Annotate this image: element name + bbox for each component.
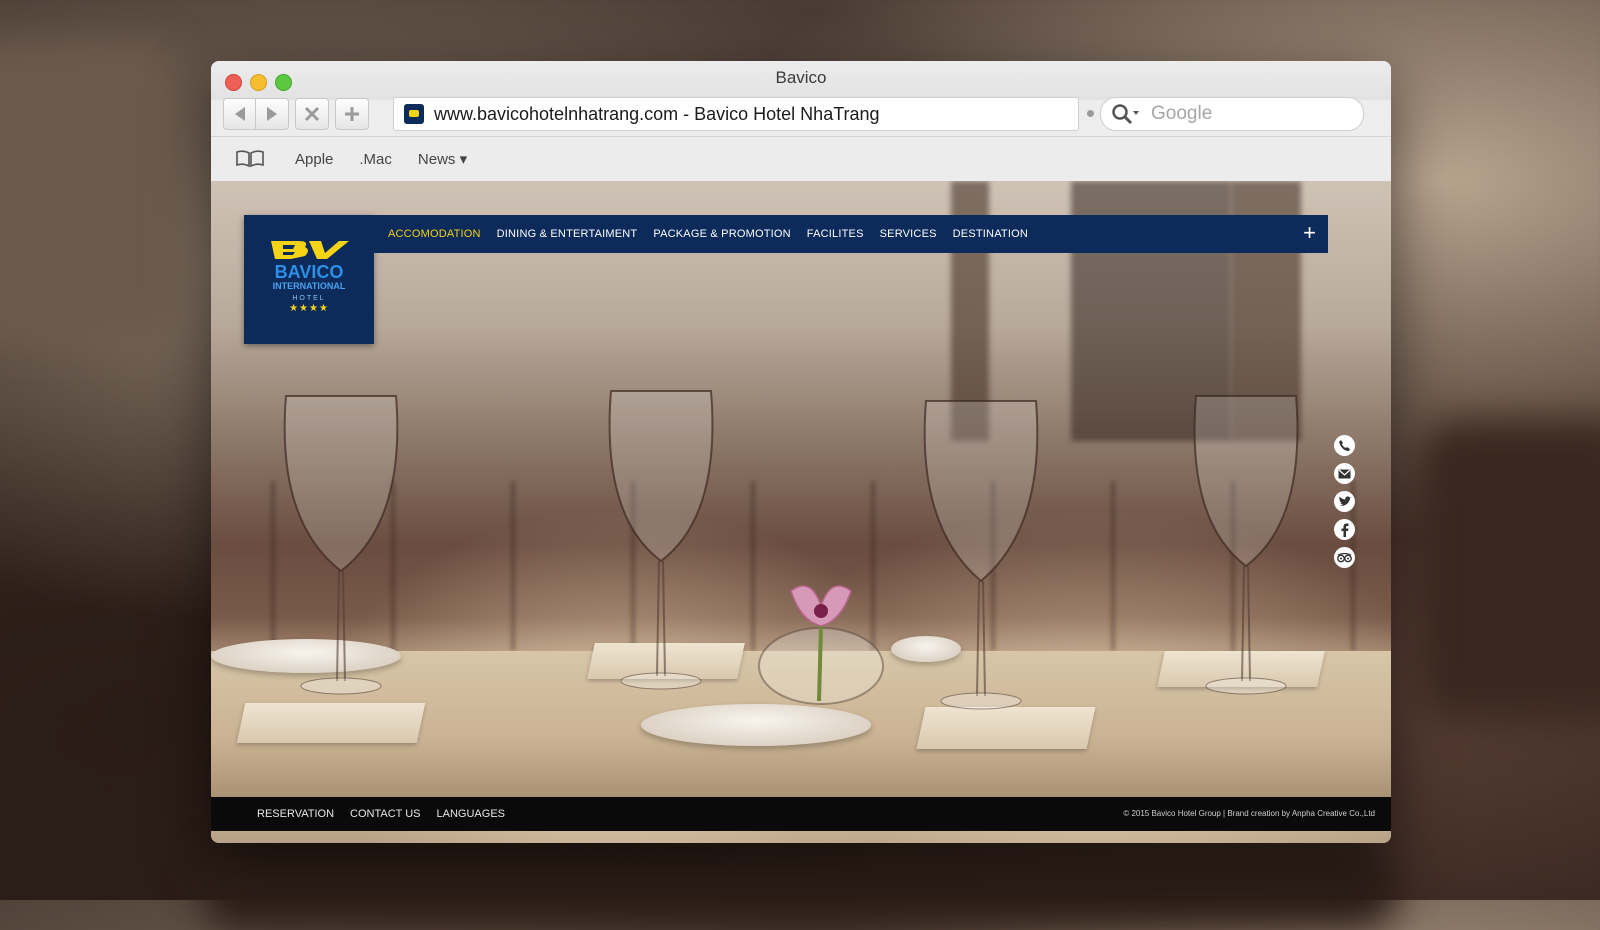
- background-blur-bottom: [200, 850, 1400, 930]
- hotel-logo[interactable]: BAVICO INTERNATIONAL HOTEL ★★★★: [244, 215, 374, 344]
- nav-accomodation[interactable]: ACCOMODATION: [388, 228, 481, 240]
- loading-indicator-icon: [1087, 110, 1094, 117]
- site-footer: RESERVATION CONTACT US LANGUAGES © 2015 …: [211, 797, 1391, 831]
- address-bar[interactable]: www.bavicohotelnhatrang.com - Bavico Hot…: [393, 97, 1079, 131]
- address-text[interactable]: www.bavicohotelnhatrang.com - Bavico Hot…: [434, 104, 880, 125]
- page-content: BAVICO INTERNATIONAL HOTEL ★★★★ ACCOMODA…: [211, 181, 1391, 843]
- add-bookmark-button[interactable]: [335, 98, 369, 130]
- social-sidebar: [1334, 435, 1355, 568]
- window-title: Bavico: [775, 68, 827, 87]
- nav-facilites[interactable]: FACILITES: [807, 228, 864, 240]
- back-button[interactable]: [223, 98, 257, 130]
- search-field[interactable]: Google: [1100, 97, 1364, 131]
- footer-contact-link[interactable]: CONTACT US: [350, 808, 421, 820]
- wine-glass-decor: [923, 400, 1039, 710]
- reading-list-icon[interactable]: [235, 150, 265, 168]
- bookmarks-bar: Apple .Mac News ▾: [211, 136, 1391, 182]
- nav-package-promotion[interactable]: PACKAGE & PROMOTION: [653, 228, 790, 240]
- site-favicon-icon: [404, 104, 424, 124]
- footer-languages-link[interactable]: LANGUAGES: [437, 808, 505, 820]
- search-icon[interactable]: [1111, 103, 1141, 125]
- plus-icon: [345, 107, 359, 121]
- logo-name: BAVICO: [274, 262, 344, 282]
- twitter-icon[interactable]: [1334, 491, 1355, 512]
- logo-stars: ★★★★: [289, 303, 329, 314]
- bookmark-mac[interactable]: .Mac: [359, 151, 392, 168]
- forward-icon: [267, 107, 277, 121]
- napkin-decor: [236, 703, 426, 743]
- browser-toolbar: www.bavicohotelnhatrang.com - Bavico Hot…: [211, 97, 1391, 135]
- browser-window: Bavico www.bavicohotelnhatrang.com - Bav…: [211, 61, 1391, 843]
- background-blur-right: [1420, 420, 1600, 720]
- nav-destination[interactable]: DESTINATION: [953, 228, 1028, 240]
- facebook-icon[interactable]: [1334, 519, 1355, 540]
- nav-expand-plus-icon[interactable]: +: [1303, 222, 1316, 244]
- wine-glass-decor: [283, 395, 399, 695]
- footer-reservation-link[interactable]: RESERVATION: [257, 808, 334, 820]
- wine-glass-decor: [608, 390, 714, 690]
- bookmark-apple[interactable]: Apple: [295, 151, 333, 168]
- wine-glass-decor: [1193, 395, 1299, 695]
- tripadvisor-icon[interactable]: [1334, 547, 1355, 568]
- main-navigation: ACCOMODATION DINING & ENTERTAIMENT PACKA…: [374, 215, 1328, 253]
- bv-wing-logo-icon: [271, 241, 349, 259]
- nav-services[interactable]: SERVICES: [880, 228, 937, 240]
- title-bar: Bavico: [211, 61, 1391, 100]
- flower-vase-decor: [758, 585, 884, 705]
- back-icon: [235, 107, 245, 121]
- nav-dining[interactable]: DINING & ENTERTAIMENT: [497, 228, 638, 240]
- stop-button[interactable]: [295, 98, 329, 130]
- email-icon[interactable]: [1334, 463, 1355, 484]
- close-icon: [304, 106, 320, 122]
- phone-icon[interactable]: [1334, 435, 1355, 456]
- forward-button[interactable]: [255, 98, 289, 130]
- bookmark-news[interactable]: News ▾: [418, 150, 467, 168]
- footer-copyright: © 2015 Bavico Hotel Group | Brand creati…: [1123, 809, 1375, 818]
- background-blur-left: [0, 40, 180, 340]
- logo-subtitle: INTERNATIONAL: [272, 281, 346, 291]
- search-placeholder: Google: [1151, 103, 1213, 124]
